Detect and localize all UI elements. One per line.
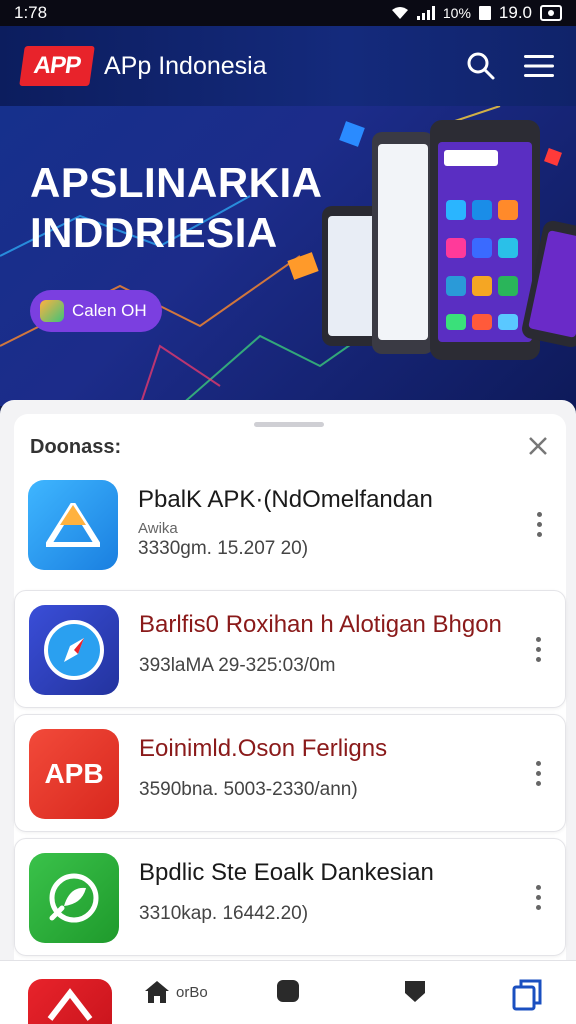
apb-icon-label: APB [44,758,104,789]
home-icon [145,981,169,1003]
hero-banner: APSLINARKIA INDDRIESIA Calen OH [0,106,576,406]
downloads-sheet: Doonass: PbalK APK·(NdOmelfandan Awika 3… [14,414,566,960]
status-clock: 19.0 [498,3,532,22]
status-bar: 1:78 10% 19.0 [0,0,576,26]
search-icon[interactable] [466,51,496,81]
app-developer: Awika [138,520,178,537]
phone-mid [372,132,434,354]
nav-shield[interactable] [404,979,426,1003]
sheet-drag-handle[interactable] [254,422,324,427]
screen-record-icon [540,5,562,21]
list-item[interactable]: APB Eoinimld.Oson Ferligns 3590bna. 5003… [14,714,566,832]
apb-app-icon: APB [29,729,119,819]
hero-title-line-1: APSLINARKIA [30,159,323,206]
downloads-panel: Doonass: PbalK APK·(NdOmelfandan Awika 3… [0,400,576,960]
hero-cta-button[interactable]: Calen OH [30,290,162,332]
app-shortcut-icon[interactable] [28,979,112,1024]
hero-title-line-2: INDDRIESIA [30,209,278,256]
app-name: PbalK APK·(NdOmelfandan [138,486,433,513]
battery-percent: 10% [442,5,471,21]
more-options-icon[interactable] [525,755,551,791]
nav-home[interactable]: orBo [144,979,208,1005]
app-meta: 3590bna. 5003-2330/ann) [139,779,358,800]
status-time: 1:78 [14,3,48,22]
brand-logo[interactable]: APP [19,46,95,86]
bottom-navigation: orBo [0,960,576,1024]
app-name: Eoinimld.Oson Ferligns [139,735,388,762]
app-meta: 3310kap. 16442.20) [139,903,309,924]
app-name: Bpdlic Ste Eoalk Dankesian [139,859,434,886]
hamburger-menu-icon[interactable] [524,54,554,78]
hero-cta-label: Calen OH [72,301,147,320]
app-name: Barlfis0 Roxihan h Alotigan Bhgon [139,611,502,638]
app-store-icon [40,300,64,322]
header-actions [466,51,554,81]
triangle-app-icon [28,480,118,570]
square-icon [277,980,299,1002]
battery-icon [478,6,491,20]
shield-icon [405,981,425,1002]
copy-icon [512,979,542,1011]
status-icons: 10% 19.0 [391,3,562,23]
app-header: APP APp Indonesia [0,26,576,106]
nav-square[interactable] [276,979,300,1003]
app-screen: 1:78 10% 19.0 APP APp Indonesia APSLINAR… [0,0,576,1024]
close-button[interactable] [522,430,554,462]
more-options-icon[interactable] [526,506,552,542]
list-item[interactable]: PbalK APK·(NdOmelfandan Awika 3330gm. 15… [14,466,566,584]
app-meta: 393laMA 29-325:03/0m [139,655,336,676]
more-options-icon[interactable] [525,879,551,915]
compass-app-icon [29,605,119,695]
list-item[interactable]: Bpdlic Ste Eoalk Dankesian 3310kap. 1644… [14,838,566,956]
signal-icon [416,6,435,20]
nav-copy[interactable] [512,979,542,1011]
wifi-icon [391,7,408,19]
list-item[interactable]: Barlfis0 Roxihan h Alotigan Bhgon 393laM… [14,590,566,708]
sheet-title: Doonass: [30,436,122,458]
more-options-icon[interactable] [525,631,551,667]
app-meta: 3330gm. 15.207 20) [138,538,309,559]
brand-title: APp Indonesia [104,51,267,80]
nav-home-label: orBo [176,983,208,1001]
hero-title: APSLINARKIA INDDRIESIA [30,158,323,258]
leaf-chat-app-icon [29,853,119,943]
close-icon [529,437,547,455]
